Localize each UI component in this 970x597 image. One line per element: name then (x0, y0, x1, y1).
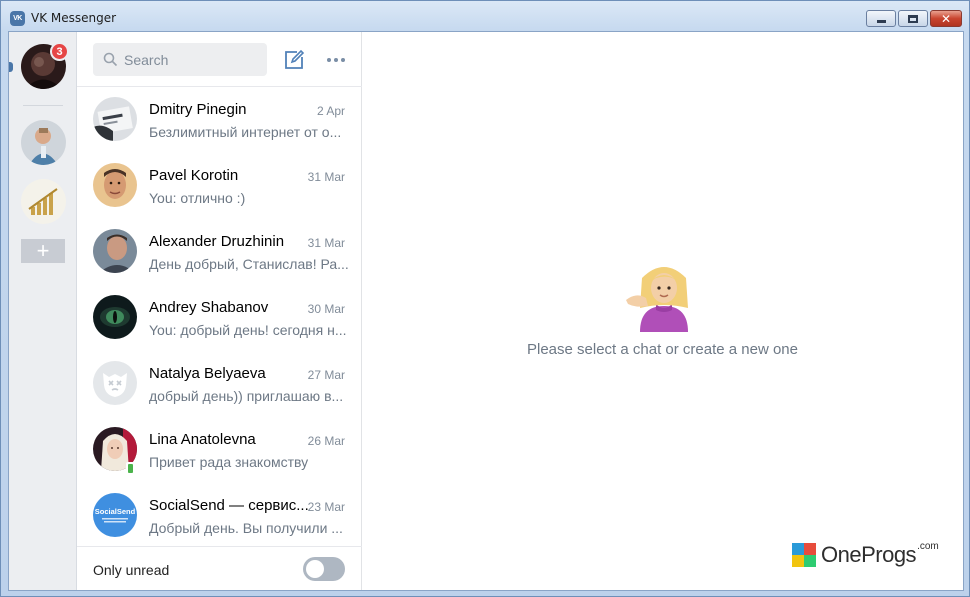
title-bar[interactable]: VK VK Messenger ✕ (1, 1, 969, 31)
search-icon (103, 52, 118, 67)
more-options-button[interactable] (324, 50, 348, 70)
chat-avatar (93, 295, 137, 339)
search-box[interactable] (93, 43, 267, 76)
chat-item-alexander-druzhinin[interactable]: Alexander Druzhinin 31 Mar День добрый, … (77, 220, 362, 286)
chat-preview: Привет рада знакомству (149, 454, 309, 470)
client-area: 3 + Search Dmitry Pinegin 2 Apr Безлимит… (8, 31, 964, 591)
mobile-online-icon (126, 462, 135, 475)
accounts-rail: 3 + (9, 32, 77, 590)
maximize-button[interactable] (898, 10, 928, 27)
unread-count-badge: 3 (50, 42, 69, 61)
chat-date: 26 Mar (307, 434, 345, 448)
account-avatar-3[interactable] (21, 179, 66, 224)
maximize-icon (908, 14, 918, 23)
chat-name: Alexander Druzhinin (149, 233, 285, 250)
deactivated-avatar-icon (93, 361, 137, 405)
empty-state-message: Please select a chat or create a new one (527, 341, 798, 358)
chat-avatar (93, 163, 137, 207)
more-dot-icon (341, 58, 345, 62)
close-icon: ✕ (940, 11, 952, 26)
more-dot-icon (327, 58, 331, 62)
toggle-knob (306, 560, 324, 578)
chat-avatar (93, 97, 137, 141)
chat-date: 2 Apr (316, 104, 345, 118)
add-account-button[interactable]: + (21, 239, 65, 263)
chat-name: Dmitry Pinegin (149, 101, 247, 118)
person-tipping-hand-icon (626, 267, 688, 332)
chat-name: SocialSend — сервис... (149, 497, 309, 514)
rail-divider (23, 105, 63, 106)
chat-list-panel: Dmitry Pinegin 2 Apr Безлимитный интерне… (77, 32, 362, 590)
only-unread-toggle[interactable] (303, 557, 345, 581)
chat-item-lina-anatolevna[interactable]: Lina Anatolevna 26 Mar Привет рада знако… (77, 418, 362, 484)
chat-avatar (93, 229, 137, 273)
watermark-text: OneProgs (821, 542, 917, 567)
chat-preview: Безлимитный интернет от о... (149, 124, 342, 140)
watermark-suffix: .com (917, 540, 939, 552)
chat-item-andrey-shabanov[interactable]: Andrey Shabanov 30 Mar You: добрый день!… (77, 286, 362, 352)
watermark: OneProgs .com (792, 541, 939, 569)
chat-item-dmitry-pinegin[interactable]: Dmitry Pinegin 2 Apr Безлимитный интерне… (77, 88, 362, 154)
minimize-icon (876, 20, 886, 23)
window-controls: ✕ (866, 10, 962, 27)
chat-date: 27 Mar (307, 368, 345, 382)
search-input[interactable] (124, 43, 262, 76)
close-button[interactable]: ✕ (930, 10, 962, 27)
chat-preview: Добрый день. Вы получили ... (149, 520, 343, 536)
conversation-area: Please select a chat or create a new one… (362, 32, 963, 590)
more-dot-icon (334, 58, 338, 62)
chat-item-socialsend[interactable]: SocialSend SocialSend — сервис... 23 Mar… (77, 484, 362, 546)
chat-preview: добрый день)) приглашаю в... (149, 388, 344, 404)
chat-list-footer: Only unread (77, 546, 362, 590)
chat-name: Pavel Korotin (149, 167, 239, 184)
chat-item-pavel-korotin[interactable]: Pavel Korotin 31 Mar You: отлично :) (77, 154, 362, 220)
chat-preview: You: отлично :) (149, 190, 246, 206)
chat-name: Andrey Shabanov (149, 299, 269, 316)
vk-logo-icon: VK (10, 11, 25, 26)
account-avatar-2[interactable] (21, 120, 66, 165)
chat-list-header (77, 32, 362, 87)
active-account-indicator (9, 62, 13, 72)
minimize-button[interactable] (866, 10, 896, 27)
window-title: VK Messenger (31, 11, 117, 25)
chat-list: Dmitry Pinegin 2 Apr Безлимитный интерне… (77, 88, 362, 546)
chat-name: Natalya Belyaeva (149, 365, 266, 382)
chat-date: 31 Mar (307, 236, 345, 250)
chat-date: 30 Mar (307, 302, 345, 316)
compose-message-icon[interactable] (283, 49, 305, 71)
only-unread-label: Only unread (93, 562, 170, 578)
chat-item-natalya-belyaeva[interactable]: Natalya Belyaeva 27 Mar добрый день)) пр… (77, 352, 362, 418)
watermark-logo-icon (792, 543, 816, 567)
chat-name: Lina Anatolevna (149, 431, 256, 448)
chat-preview: You: добрый день! сегодня н... (149, 322, 347, 338)
chat-preview: День добрый, Станислав! Ра... (149, 256, 349, 272)
chat-date: 31 Mar (307, 170, 345, 184)
svg-text:SocialSend: SocialSend (95, 507, 136, 516)
socialsend-logo-icon: SocialSend (93, 493, 137, 537)
chat-date: 23 Mar (307, 500, 345, 514)
app-window: VK VK Messenger ✕ 3 + Search Dmitry Pine… (0, 0, 970, 597)
